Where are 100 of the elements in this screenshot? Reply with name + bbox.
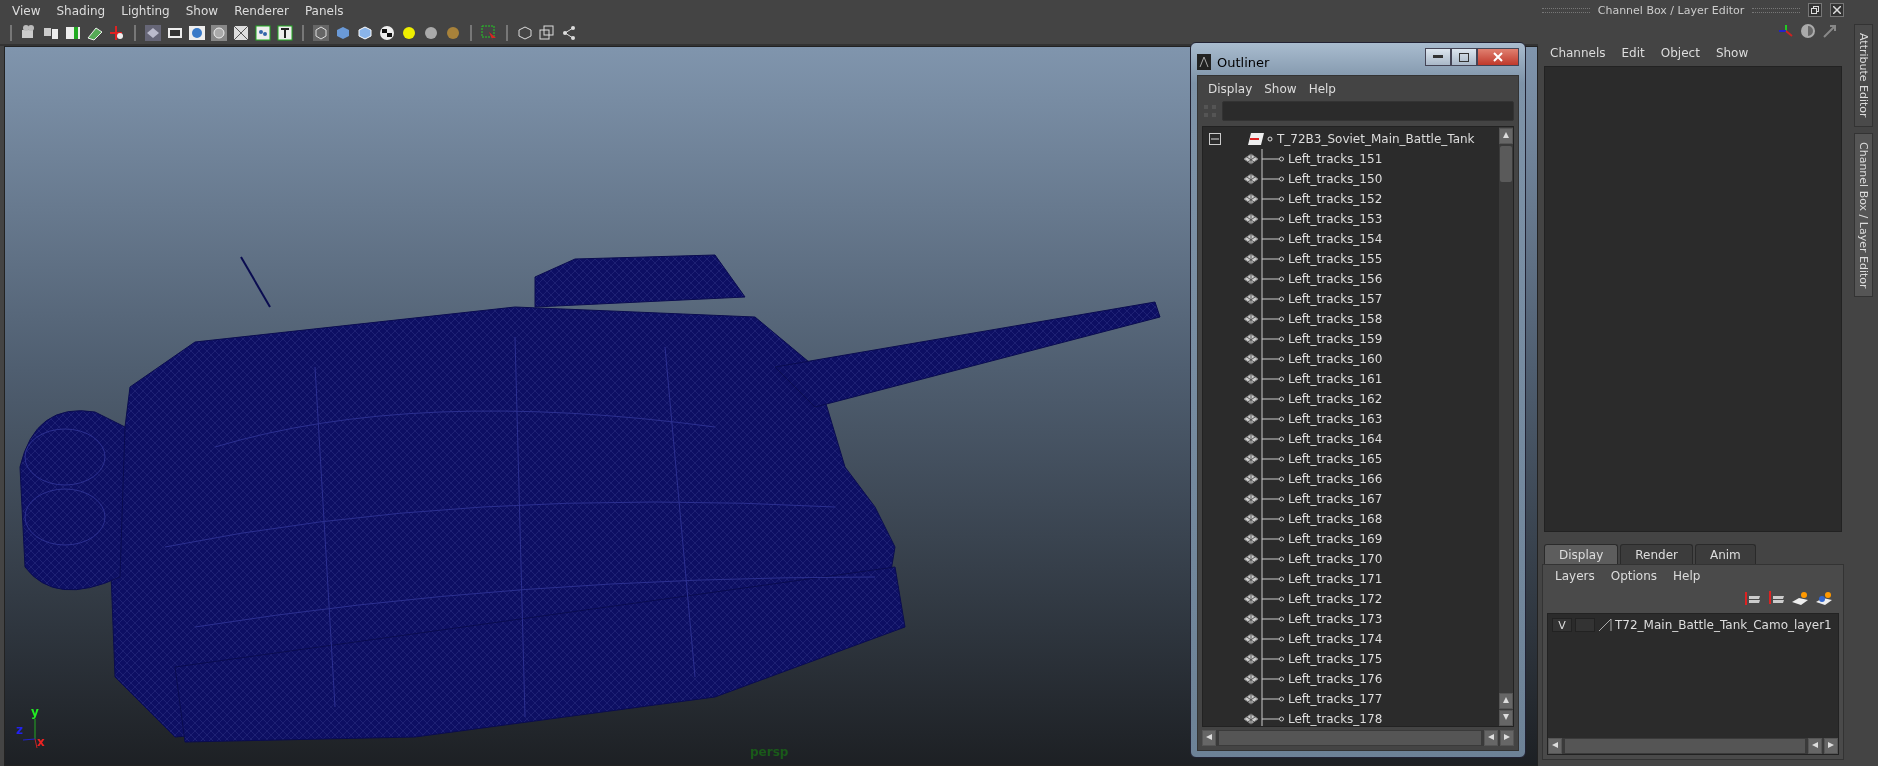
scroll-left-button[interactable] — [1484, 730, 1498, 746]
tree-item[interactable]: Left_tracks_168 — [1288, 512, 1383, 526]
scroll-left-button[interactable] — [1548, 738, 1562, 754]
layer-name[interactable]: T72_Main_Battle_Tank_Camo_layer1 — [1615, 618, 1832, 632]
tree-item[interactable]: Left_tracks_162 — [1288, 392, 1383, 406]
side-tab[interactable]: Attribute Editor — [1853, 24, 1873, 127]
scroll-thumb[interactable] — [1500, 146, 1512, 182]
menu-item[interactable]: Channels — [1544, 46, 1612, 60]
menu-item[interactable]: View — [6, 4, 47, 18]
tree-item[interactable]: Left_tracks_160 — [1288, 352, 1383, 366]
layer-down-icon[interactable] — [1767, 590, 1785, 606]
scroll-right-button[interactable] — [1824, 738, 1838, 754]
tree-item[interactable]: Left_tracks_157 — [1288, 292, 1383, 306]
tree-item[interactable]: Left_tracks_164 — [1288, 432, 1383, 446]
tab[interactable]: Render — [1620, 544, 1693, 564]
menu-item[interactable]: Display — [1202, 82, 1259, 96]
tree-item[interactable]: Left_tracks_167 — [1288, 492, 1383, 506]
wire-cube-icon[interactable] — [312, 24, 330, 42]
arrow-icon[interactable] — [1822, 23, 1838, 39]
tree-item[interactable]: Left_tracks_154 — [1288, 232, 1383, 246]
new-layer-icon[interactable] — [1791, 590, 1809, 606]
menu-item[interactable]: Show — [179, 4, 225, 18]
tree-item[interactable]: T_72B3_Soviet_Main_Battle_Tank — [1277, 132, 1475, 146]
menu-item[interactable]: Renderer — [228, 4, 295, 18]
maximize-button[interactable] — [1451, 48, 1477, 66]
dots-square-icon[interactable] — [254, 24, 272, 42]
tree-item[interactable]: Left_tracks_156 — [1288, 272, 1383, 286]
horizontal-scrollbar[interactable] — [1548, 738, 1838, 754]
tab[interactable]: Display — [1544, 544, 1619, 564]
tree-item[interactable]: Left_tracks_155 — [1288, 252, 1383, 266]
outlined-cube-icon[interactable] — [356, 24, 374, 42]
search-field[interactable] — [1222, 101, 1514, 121]
solid-cube-icon[interactable] — [334, 24, 352, 42]
minimize-button[interactable] — [1425, 48, 1451, 66]
tree-item[interactable]: Left_tracks_170 — [1288, 552, 1383, 566]
shiny-sphere-icon[interactable] — [444, 24, 462, 42]
share-nodes-icon[interactable] — [560, 24, 578, 42]
menu-item[interactable]: Layers — [1549, 569, 1601, 583]
side-tab[interactable]: Channel Box / Layer Editor — [1853, 132, 1873, 298]
float-button[interactable] — [1808, 3, 1822, 17]
scroll-right-button[interactable] — [1500, 730, 1514, 746]
visibility-toggle[interactable]: V — [1552, 618, 1572, 632]
tree-item[interactable]: Left_tracks_169 — [1288, 532, 1383, 546]
tree-item[interactable]: Left_tracks_173 — [1288, 612, 1383, 626]
tree-item[interactable]: Left_tracks_161 — [1288, 372, 1383, 386]
checker-ball-icon[interactable] — [378, 24, 396, 42]
scroll-down-button[interactable] — [1499, 710, 1513, 726]
layer-up-icon[interactable] — [1743, 590, 1761, 606]
tree-item[interactable]: Left_tracks_166 — [1288, 472, 1383, 486]
text-square-icon[interactable] — [276, 24, 294, 42]
scroll-up-button[interactable] — [1499, 693, 1513, 709]
mesh-shape-icon — [1243, 533, 1259, 545]
scroll-up-button[interactable] — [1499, 128, 1513, 144]
tree-item[interactable]: Left_tracks_163 — [1288, 412, 1383, 426]
tree-item[interactable]: Left_tracks_175 — [1288, 652, 1383, 666]
hatched-square-icon[interactable] — [232, 24, 250, 42]
menu-item[interactable]: Help — [1667, 569, 1707, 583]
tree-item[interactable]: Left_tracks_171 — [1288, 572, 1383, 586]
tree-item[interactable]: Left_tracks_172 — [1288, 592, 1383, 606]
tree-item[interactable]: Left_tracks_153 — [1288, 212, 1383, 226]
tree-item[interactable]: Left_tracks_152 — [1288, 192, 1383, 206]
layer-color-swatch[interactable] — [1598, 618, 1612, 632]
menu-item[interactable]: Options — [1604, 569, 1664, 583]
tree-item[interactable]: Left_tracks_174 — [1288, 632, 1383, 646]
scroll-left-button[interactable] — [1202, 730, 1216, 746]
tree-item[interactable]: Left_tracks_159 — [1288, 332, 1383, 346]
new-layer-sphere-icon[interactable] — [1815, 590, 1833, 606]
tree-item[interactable]: Left_tracks_151 — [1288, 152, 1383, 166]
axis-arrows-icon[interactable] — [1778, 23, 1794, 39]
tree-item[interactable]: Left_tracks_176 — [1288, 672, 1383, 686]
tree-item[interactable]: Left_tracks_165 — [1288, 452, 1383, 466]
move-tool-icon[interactable] — [108, 24, 126, 42]
tree-item[interactable]: Left_tracks_158 — [1288, 312, 1383, 326]
shadow-sphere-icon[interactable] — [422, 24, 440, 42]
collapse-toggle[interactable] — [1209, 133, 1221, 145]
panel-title: Channel Box / Layer Editor — [1597, 3, 1745, 17]
menu-item[interactable]: Show — [1709, 46, 1755, 60]
overlapping-squares-icon[interactable] — [538, 24, 556, 42]
menu-item[interactable]: Panels — [298, 4, 350, 18]
bookmark-icon[interactable] — [64, 24, 82, 42]
menu-item[interactable]: Shading — [50, 4, 112, 18]
menu-item[interactable]: Help — [1302, 82, 1342, 96]
tree-item[interactable]: Left_tracks_178 — [1288, 712, 1383, 726]
scroll-left-button[interactable] — [1808, 738, 1822, 754]
menu-item[interactable]: Edit — [1615, 46, 1651, 60]
menu-item[interactable]: Show — [1258, 82, 1303, 96]
circle-toggle-icon[interactable] — [210, 24, 228, 42]
close-button[interactable] — [1477, 48, 1519, 66]
menu-item[interactable]: Lighting — [115, 4, 176, 18]
tree-item[interactable]: Left_tracks_177 — [1288, 692, 1383, 706]
menu-item[interactable]: Object — [1654, 46, 1706, 60]
wireframe-toggle-icon[interactable] — [144, 24, 162, 42]
light-bulb-icon[interactable] — [400, 24, 418, 42]
vertical-scrollbar[interactable] — [1499, 127, 1513, 726]
horizontal-scrollbar[interactable] — [1202, 730, 1514, 746]
tree-item[interactable]: Left_tracks_150 — [1288, 172, 1383, 186]
cube-icon[interactable] — [516, 24, 534, 42]
close-button[interactable] — [1830, 3, 1844, 17]
tab[interactable]: Anim — [1694, 544, 1756, 564]
half-circle-icon[interactable] — [1800, 23, 1816, 39]
